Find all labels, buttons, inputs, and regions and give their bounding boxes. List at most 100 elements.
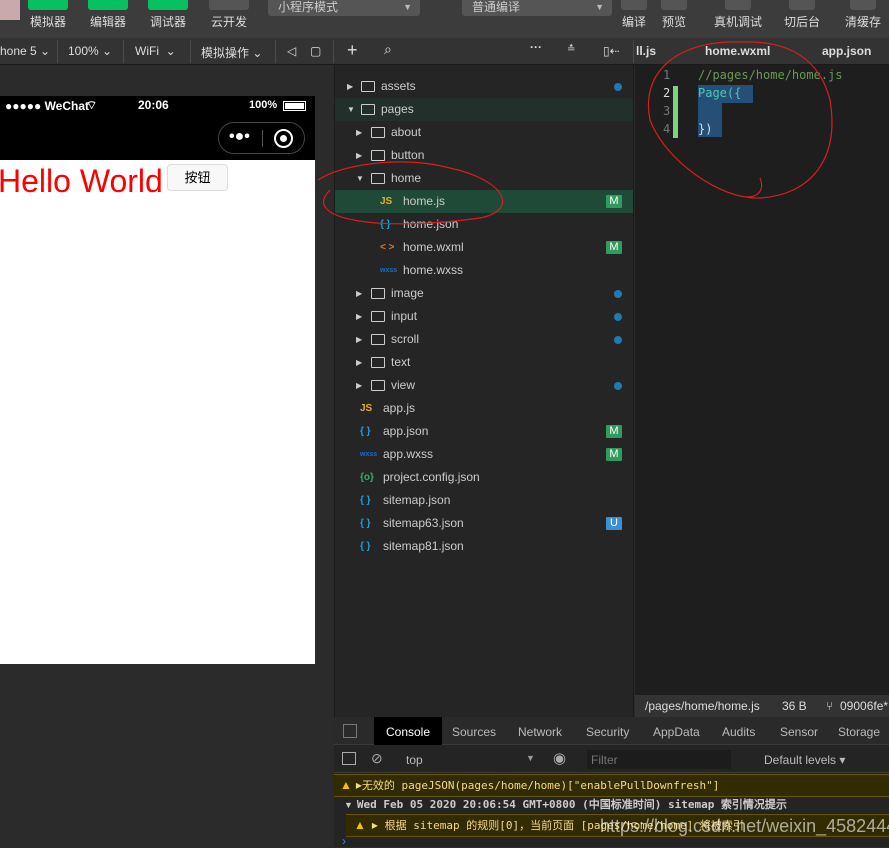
change-dot [614,290,622,298]
clear-console-icon[interactable]: ⊘ [371,750,383,767]
volume-icon[interactable]: ◁ [287,44,296,58]
devtools-tab-sources[interactable]: Sources [452,717,496,745]
chevron-right-icon[interactable]: ▶ [356,328,362,351]
tree-file-home-js[interactable]: JS home.js M [335,190,633,213]
compile-mode-select[interactable]: 普通编译 ▼ [462,0,612,16]
devtools-tab-storage[interactable]: Storage [838,717,880,745]
console-group[interactable]: ▼ Wed Feb 05 2020 20:06:54 GMT+0800 (中国标准… [334,794,889,815]
tree-file-app-wxss[interactable]: wxss app.wxss M [335,443,633,466]
cloud-icon [209,0,249,10]
add-icon[interactable]: + [347,40,358,61]
code-line: }) [698,122,713,136]
hello-text: Hello World [0,163,163,199]
tree-folder-about[interactable]: ▶ about [335,121,633,144]
editor-button[interactable]: 编辑器 [88,0,128,30]
more-icon[interactable]: ··· [530,40,542,54]
tree-file-project-config-json[interactable]: {o} project.config.json [335,466,633,489]
more-dots-icon[interactable]: •●• [229,128,250,146]
tree-label: scroll [391,332,420,346]
tree-folder-pages[interactable]: ▼ pages [335,98,633,121]
tree-file-sitemap81-json[interactable]: { } sitemap81.json [335,535,633,558]
sim-ops-select[interactable]: 模拟操作 ⌄ [201,44,262,61]
cloud-button[interactable]: 云开发 [209,0,249,30]
levels-select[interactable]: Default levels ▾ [764,753,845,767]
tree-file-app-json[interactable]: { } app.json M [335,420,633,443]
change-dot [614,313,622,321]
tree-file-app-js[interactable]: JS app.js [335,397,633,420]
tree-file-sitemap63-json[interactable]: { } sitemap63.json U [335,512,633,535]
sidebar-toggle-icon[interactable] [342,752,356,765]
folder-icon [371,380,385,391]
zoom-select[interactable]: 100% ⌄ [68,44,112,58]
devtools-tab-audits[interactable]: Audits [722,717,755,745]
tree-folder-text[interactable]: ▶ text [335,351,633,374]
network-select[interactable]: WiFi ⌄ [135,44,176,58]
inspect-icon[interactable] [343,724,357,738]
tree-folder-image[interactable]: ▶ image [335,282,633,305]
avatar[interactable] [0,0,20,20]
tree-folder-home[interactable]: ▼ home [335,167,633,190]
devtools-tab-console[interactable]: Console [374,717,442,745]
search-icon[interactable]: ⌕ [384,41,392,58]
preview-button[interactable]: 预览 [654,0,694,30]
chevron-down-icon[interactable]: ▼ [347,98,355,121]
editor-status-bar: /pages/home/home.js 36 B ⑂ 09006fe* [635,695,889,717]
devtools-tab-appdata[interactable]: AppData [653,717,700,745]
background-button[interactable]: 切后台 [780,0,824,30]
devtools-tab-security[interactable]: Security [586,717,629,745]
chevron-right-icon[interactable]: ▶ [356,374,362,397]
phone-icon [28,0,68,10]
tree-file-home-wxml[interactable]: < > home.wxml M [335,236,633,259]
clear-cache-button[interactable]: 清缓存 [841,0,885,30]
devtools-tab-network[interactable]: Network [518,717,562,745]
tree-file-sitemap-json[interactable]: { } sitemap.json [335,489,633,512]
tree-folder-view[interactable]: ▶ view [335,374,633,397]
code-editor[interactable]: 1 2 3 4 //pages/home/home.js Page({ }) [635,65,889,695]
tree-file-home-wxss[interactable]: wxss home.wxss [335,259,633,282]
tree-label: pages [381,102,414,116]
tree-folder-scroll[interactable]: ▶ scroll [335,328,633,351]
js-file-icon: JS [360,403,373,414]
main-toolbar: 模拟器 编辑器 调试器 云开发 小程序模式 ▼ 普通编译 ▼ 编译 预览 真机调试 … [0,0,889,38]
mode-select[interactable]: 小程序模式 ▼ [268,0,420,16]
simulator-button[interactable]: 模拟器 [28,0,68,30]
close-target-icon[interactable] [274,129,293,148]
folder-icon [371,288,385,299]
tree-label: app.json [383,424,429,438]
branch-icon: ⑂ [826,699,834,713]
collapse-icon[interactable]: ≛ [567,44,575,55]
editor-tab[interactable]: app.json [822,44,871,58]
tree-file-home-json[interactable]: { } home.json [335,213,633,236]
tree-folder-button[interactable]: ▶ button [335,144,633,167]
chevron-right-icon[interactable]: ▶ [356,282,362,305]
eye-icon[interactable]: ◉ [553,749,566,767]
compile-button[interactable]: 编译 [614,0,654,30]
devtools-tab-sensor[interactable]: Sensor [780,717,818,745]
remote-debug-button[interactable]: 真机调试 [710,0,766,30]
chevron-right-icon[interactable]: ▶ [356,144,362,167]
chevron-down-icon[interactable]: ▼ [356,167,364,190]
split-icon[interactable]: ▯⇠ [603,44,620,58]
folder-icon [361,81,375,92]
device-select[interactable]: hone 5 ⌄ [0,44,50,58]
filter-input[interactable] [587,750,731,769]
chevron-right-icon[interactable]: ▶ [356,351,362,374]
chevron-right-icon[interactable]: ▶ [347,75,353,98]
editor-tab[interactable]: home.wxml [705,44,770,58]
editor-tab[interactable]: ll.js [636,44,656,58]
context-select[interactable]: top [406,753,423,767]
tree-label: home.wxss [403,263,464,277]
tree-label: sitemap81.json [383,539,464,553]
window-icon[interactable]: ▢ [310,44,321,58]
chevron-right-icon[interactable]: ▶ [356,121,362,144]
tree-folder-assets[interactable]: ▶ assets [335,75,633,98]
tree-folder-input[interactable]: ▶ input [335,305,633,328]
console-prompt-icon[interactable]: › [342,834,346,848]
chevron-right-icon[interactable]: ▶ [356,305,362,328]
phone-button[interactable]: 按钮 [167,164,228,191]
code-icon [88,0,128,10]
dropdown-arrow-icon: ▼ [403,2,412,12]
debugger-button[interactable]: 调试器 [148,0,188,30]
git-status-badge: U [606,517,622,530]
change-dot [614,336,622,344]
